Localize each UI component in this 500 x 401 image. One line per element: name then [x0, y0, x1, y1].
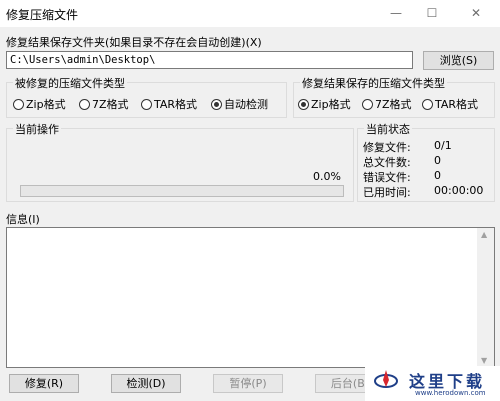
maximize-icon[interactable]: ☐ — [418, 4, 446, 22]
progress-bar — [20, 185, 344, 197]
radio-tar-icon — [141, 99, 152, 110]
current-status-title: 当前状态 — [364, 121, 412, 137]
radio-7z-label: 7Z格式 — [92, 98, 129, 111]
pause-button[interactable]: 暂停(P) — [213, 374, 283, 393]
radio-tar-label: TAR格式 — [435, 98, 479, 111]
detect-button[interactable]: 检测(D) — [111, 374, 181, 393]
result-type-tar-radio[interactable]: TAR格式 — [422, 98, 478, 112]
source-type-auto-radio[interactable]: 自动检测 — [211, 98, 268, 112]
repair-archive-window: 修复压缩文件 — ☐ ✕ 修复结果保存文件夹(如果目录不存在会自动创建)(X) … — [0, 0, 500, 401]
status-value-repaired: 0/1 — [434, 139, 452, 152]
radio-zip-label: Zip格式 — [26, 98, 66, 111]
info-scrollbar[interactable]: ▲ ▼ — [477, 228, 494, 367]
window-title: 修复压缩文件 — [6, 8, 79, 22]
status-label-repaired: 修复文件: — [363, 141, 411, 154]
info-label: 信息(I) — [6, 213, 40, 226]
radio-zip-icon — [13, 99, 24, 110]
status-value-errors: 0 — [434, 169, 441, 182]
watermark-url: www.herodown.com — [415, 389, 486, 397]
radio-zip-selected-icon — [298, 99, 309, 110]
status-value-total: 0 — [434, 154, 441, 167]
minimize-icon[interactable]: — — [382, 4, 410, 22]
repair-button[interactable]: 修复(R) — [9, 374, 79, 393]
title-bar[interactable]: 修复压缩文件 — ☐ ✕ — [0, 0, 500, 27]
result-type-zip-radio[interactable]: Zip格式 — [298, 98, 351, 112]
status-label-elapsed: 已用时间: — [363, 186, 411, 199]
radio-tar-icon — [422, 99, 433, 110]
radio-auto-label: 自动检测 — [224, 98, 268, 111]
scroll-down-icon[interactable]: ▼ — [481, 356, 487, 365]
current-operation-title: 当前操作 — [13, 121, 61, 137]
result-type-title: 修复结果保存的压缩文件类型 — [300, 75, 447, 91]
status-value-elapsed: 00:00:00 — [434, 184, 484, 197]
progress-percent: 0.0% — [313, 170, 341, 183]
browse-button[interactable]: 浏览(S) — [423, 51, 494, 70]
source-type-tar-radio[interactable]: TAR格式 — [141, 98, 197, 112]
radio-7z-icon — [362, 99, 373, 110]
watermark: 这里下载 www.herodown.com — [365, 366, 500, 401]
radio-7z-label: 7Z格式 — [375, 98, 412, 111]
source-type-zip-radio[interactable]: Zip格式 — [13, 98, 66, 112]
radio-7z-icon — [79, 99, 90, 110]
radio-zip-label: Zip格式 — [311, 98, 351, 111]
status-label-errors: 错误文件: — [363, 171, 411, 184]
info-log-textarea[interactable]: ▲ ▼ — [6, 227, 495, 368]
scroll-up-icon[interactable]: ▲ — [481, 230, 487, 239]
output-folder-input[interactable] — [6, 51, 413, 69]
source-type-title: 被修复的压缩文件类型 — [13, 75, 127, 91]
radio-auto-selected-icon — [211, 99, 222, 110]
status-label-total: 总文件数: — [363, 156, 411, 169]
radio-tar-label: TAR格式 — [154, 98, 198, 111]
herodown-logo-icon — [374, 370, 398, 388]
source-type-7z-radio[interactable]: 7Z格式 — [79, 98, 129, 112]
close-icon[interactable]: ✕ — [462, 4, 490, 22]
output-folder-label: 修复结果保存文件夹(如果目录不存在会自动创建)(X) — [6, 36, 262, 49]
result-type-7z-radio[interactable]: 7Z格式 — [362, 98, 412, 112]
